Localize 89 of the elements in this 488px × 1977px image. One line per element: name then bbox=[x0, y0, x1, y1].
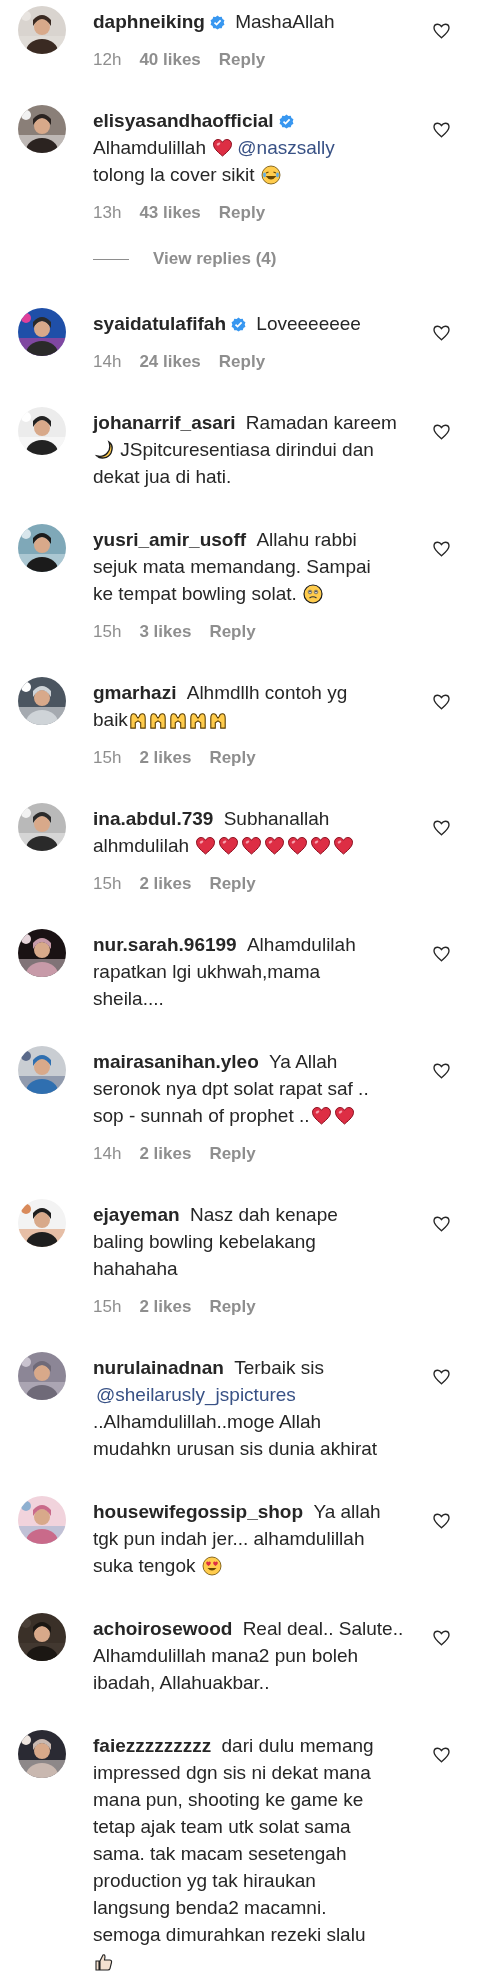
raised-hands-icon bbox=[148, 710, 167, 730]
heart-icon[interactable] bbox=[432, 121, 451, 139]
heart-icon bbox=[218, 836, 240, 856]
reply-button[interactable]: Reply bbox=[209, 748, 256, 768]
like-count[interactable]: 2 likes bbox=[139, 1144, 192, 1164]
comment-text: housewifegossip_shop Ya allah tgk pun indah jer... alhamdulillah suka tengok bbox=[93, 1500, 382, 1578]
heart-eyes-face-icon bbox=[201, 1556, 222, 1576]
raised-hands-icon bbox=[168, 710, 187, 730]
mention-link[interactable]: @sheilarusly_jspictures bbox=[96, 1384, 296, 1405]
username-link[interactable]: syaidatulafifah bbox=[93, 313, 227, 334]
heart-icon[interactable] bbox=[432, 1062, 451, 1080]
reply-button[interactable]: Reply bbox=[218, 203, 266, 223]
username-link[interactable]: mairasanihan.yleo bbox=[93, 1051, 259, 1072]
reply-button[interactable]: Reply bbox=[209, 622, 256, 642]
heart-icon bbox=[333, 1106, 355, 1126]
thumbs-up-icon bbox=[94, 1952, 114, 1972]
username-link[interactable]: housewifegossip_shop bbox=[93, 1501, 304, 1522]
sad-face-icon bbox=[303, 584, 324, 604]
heart-icon bbox=[287, 836, 309, 856]
heart-icon bbox=[333, 836, 355, 856]
username-link[interactable]: elisyasandhaofficial bbox=[93, 110, 274, 131]
comment-time: 15h bbox=[93, 874, 122, 894]
like-count[interactable]: 2 likes bbox=[139, 1297, 192, 1317]
heart-icon[interactable] bbox=[432, 819, 451, 837]
raised-hands-icon bbox=[208, 710, 227, 730]
username-link[interactable]: yusri_amir_usoff bbox=[93, 529, 247, 550]
like-count[interactable]: 2 likes bbox=[139, 748, 192, 768]
comment-time: 15h bbox=[93, 748, 122, 768]
username-link[interactable]: daphneiking bbox=[93, 11, 205, 32]
heart-icon[interactable] bbox=[432, 945, 451, 963]
heart-icon[interactable] bbox=[432, 693, 451, 711]
reply-button[interactable]: Reply bbox=[218, 50, 266, 70]
comment-time: 15h bbox=[93, 622, 122, 642]
heart-icon bbox=[310, 836, 332, 856]
like-count[interactable]: 24 likes bbox=[139, 352, 201, 372]
heart-icon bbox=[241, 836, 263, 856]
comment-text: daphneiking MashaAllah bbox=[93, 10, 336, 34]
heart-icon bbox=[212, 138, 234, 158]
username-link[interactable]: gmarhazi bbox=[93, 682, 177, 703]
like-count[interactable]: 3 likes bbox=[139, 622, 192, 642]
laughing-face-icon bbox=[260, 165, 281, 185]
comment-time: 15h bbox=[93, 1297, 122, 1317]
username-link[interactable]: johanarrif_asari bbox=[93, 412, 236, 433]
comment-text: elisyasandhaofficial Alhamdulillah @naszsally tolong la cover sikit bbox=[93, 109, 336, 187]
reply-button[interactable]: Reply bbox=[209, 1144, 256, 1164]
username-link[interactable]: faiezzzzzzzzz bbox=[93, 1735, 212, 1756]
heart-icon[interactable] bbox=[432, 324, 451, 342]
comment-text: nurulainadnan Terbaik sis @sheilarusly_jspictures ..Alhamdulillah..moge Allah mudahkn urusan sis dunia akhirat bbox=[93, 1356, 379, 1461]
heart-icon[interactable] bbox=[432, 1368, 451, 1386]
heart-icon[interactable] bbox=[432, 1512, 451, 1530]
moon-icon bbox=[94, 440, 114, 460]
comment-text: achoirosewood Real deal.. Salute.. Alhamdulillah mana2 pun boleh ibadah, Allahuakbar.. bbox=[93, 1617, 405, 1695]
username-link[interactable]: nur.sarah.96199 bbox=[93, 934, 237, 955]
like-count[interactable]: 43 likes bbox=[139, 203, 201, 223]
like-count[interactable]: 2 likes bbox=[139, 874, 192, 894]
comment-text: ina.abdul.739 Subhanallah alhmdulilah bbox=[93, 805, 405, 859]
reply-button[interactable]: Reply bbox=[218, 352, 266, 372]
heart-icon[interactable] bbox=[432, 423, 451, 441]
heart-icon bbox=[195, 836, 217, 856]
username-link[interactable]: nurulainadnan bbox=[93, 1357, 224, 1378]
view-replies-button[interactable]: View replies (4) bbox=[153, 249, 277, 269]
username-link[interactable]: achoirosewood bbox=[93, 1618, 233, 1639]
heart-icon[interactable] bbox=[432, 1629, 451, 1647]
comment-text: johanarrif_asari Ramadan kareem JSpitcuresentiasa dirindui dan dekat jua di hati. bbox=[93, 411, 398, 489]
heart-icon bbox=[264, 836, 286, 856]
heart-icon[interactable] bbox=[432, 540, 451, 558]
reply-button[interactable]: Reply bbox=[209, 1297, 256, 1317]
comment-text: ejayeman Nasz dah kenape baling bowling kebelakang hahahaha bbox=[93, 1203, 339, 1281]
comment-text: nur.sarah.96199 Alhamdulilah rapatkan lgi ukhwah,mama sheila.... bbox=[93, 933, 357, 1011]
comment-text: faiezzzzzzzzz dari dulu memang impressed dgn sis ni dekat mana mana pun, shooting ke game ke tetap ajak team utk solat sama sama. tak macam sesetengah production yg tak hiraukan langsung benda2 macamni. semoga dimurahkan rezeki slalu bbox=[93, 1732, 405, 1975]
heart-icon[interactable] bbox=[432, 1215, 451, 1233]
heart-icon bbox=[310, 1106, 332, 1126]
heart-icon[interactable] bbox=[432, 1746, 451, 1764]
raised-hands-icon bbox=[128, 710, 147, 730]
comment-text: mairasanihan.yleo Ya Allah seronok nya dpt solat rapat saf .. sop - sunnah of prophet .. bbox=[93, 1050, 370, 1128]
comment-time: 14h bbox=[93, 1144, 122, 1164]
comment-time: 14h bbox=[93, 352, 122, 372]
like-count[interactable]: 40 likes bbox=[139, 50, 201, 70]
raised-hands-icon bbox=[188, 710, 207, 730]
comment-time: 13h bbox=[93, 203, 122, 223]
username-link[interactable]: ejayeman bbox=[93, 1204, 180, 1225]
username-link[interactable]: ina.abdul.739 bbox=[93, 808, 214, 829]
comment-time: 12h bbox=[93, 50, 122, 70]
comment-text: gmarhazi Alhmdllh contoh yg baik bbox=[93, 681, 349, 732]
comment-text: syaidatulafifah Loveeeeeee bbox=[93, 312, 362, 336]
heart-icon[interactable] bbox=[432, 22, 451, 40]
comment-text: yusri_amir_usoff Allahu rabbi sejuk mata memandang. Sampai ke tempat bowling solat. bbox=[93, 528, 372, 606]
mention-link[interactable]: @naszsally bbox=[237, 137, 335, 158]
reply-button[interactable]: Reply bbox=[209, 874, 256, 894]
